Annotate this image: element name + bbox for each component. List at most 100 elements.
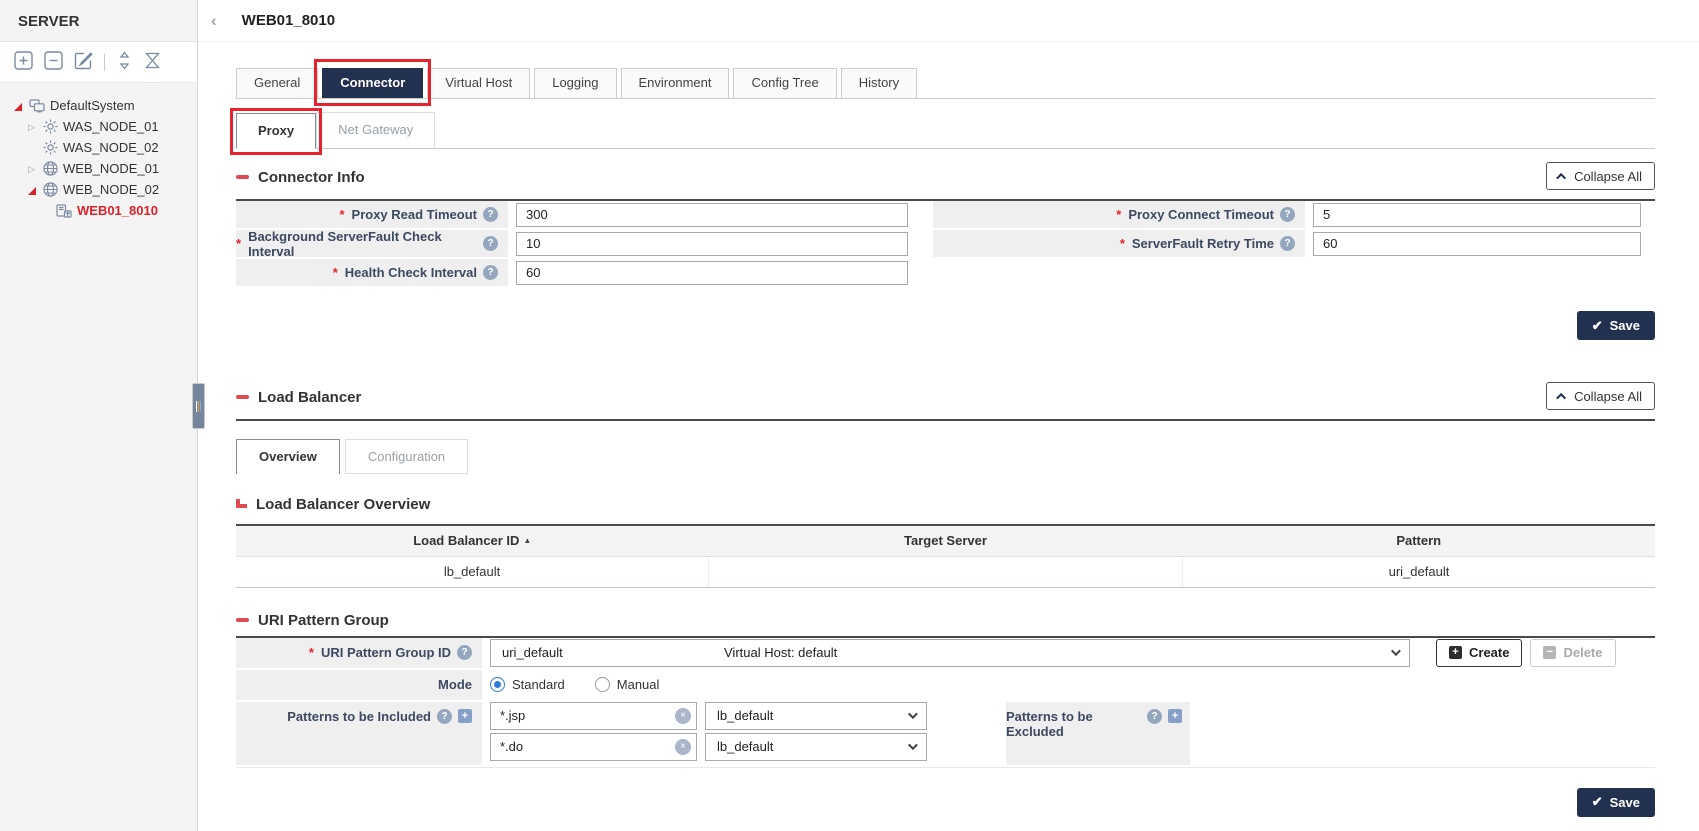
tab-environment[interactable]: Environment bbox=[621, 68, 730, 98]
background-serverfault-check-interval-input[interactable] bbox=[516, 232, 908, 256]
add-pattern-icon[interactable]: + bbox=[458, 709, 472, 723]
delete-button[interactable]: − Delete bbox=[1530, 639, 1615, 667]
help-icon[interactable]: ? bbox=[437, 709, 452, 724]
tab-virtual-host[interactable]: Virtual Host bbox=[427, 68, 530, 98]
collapse-all-icon bbox=[144, 51, 161, 73]
column-label: Pattern bbox=[1396, 533, 1441, 548]
caret-collapsed-icon[interactable]: ▷ bbox=[28, 164, 38, 174]
tree-item-web-node-02[interactable]: WEB_NODE_02 bbox=[4, 179, 193, 200]
field-label-cell: Mode bbox=[236, 670, 482, 700]
selected-value: lb_default bbox=[717, 739, 773, 754]
section-collapse-icon[interactable] bbox=[236, 618, 249, 622]
help-icon[interactable]: ? bbox=[483, 265, 498, 280]
tree-item-label: DefaultSystem bbox=[50, 98, 135, 113]
connector-collapse-all-button[interactable]: Collapse All bbox=[1546, 162, 1655, 190]
minus-square-icon bbox=[44, 51, 63, 73]
tab-history[interactable]: History bbox=[841, 68, 917, 98]
connector-info-form: * Proxy Read Timeout ? * Proxy Connect T… bbox=[236, 201, 1655, 286]
field-label: URI Pattern Group ID bbox=[321, 645, 451, 660]
tree-item-label: WEB01_8010 bbox=[77, 203, 158, 218]
main-tabbar: General Connector Virtual Host Logging E… bbox=[236, 68, 1655, 99]
field-label-cell: * Proxy Read Timeout ? bbox=[236, 201, 508, 228]
connector-subtabbar: Proxy Net Gateway bbox=[236, 112, 1655, 149]
column-target-server[interactable]: Target Server bbox=[709, 525, 1183, 556]
section-title: Load Balancer bbox=[258, 389, 361, 406]
tab-connector[interactable]: Connector bbox=[322, 68, 423, 98]
tree-item-web-node-01[interactable]: ▷ WEB_NODE_01 bbox=[4, 158, 193, 179]
chevron-down-icon bbox=[908, 709, 918, 719]
clear-icon[interactable]: × bbox=[675, 708, 691, 724]
field-label: Health Check Interval bbox=[345, 265, 477, 280]
mode-standard-option[interactable]: Standard bbox=[490, 677, 565, 692]
toolbar-divider bbox=[104, 54, 105, 71]
help-icon[interactable]: ? bbox=[457, 645, 472, 660]
health-check-interval-input[interactable] bbox=[516, 261, 908, 285]
tab-label: Connector bbox=[340, 75, 405, 90]
check-icon: ✔ bbox=[1592, 794, 1603, 810]
expand-all-button[interactable] bbox=[116, 51, 133, 73]
tab-general[interactable]: General bbox=[236, 68, 318, 98]
serverfault-retry-time-input[interactable] bbox=[1313, 232, 1641, 256]
tab-config-tree[interactable]: Config Tree bbox=[733, 68, 836, 98]
caret-collapsed-icon[interactable]: ▷ bbox=[28, 122, 38, 132]
field-label: Patterns to be Included bbox=[287, 709, 431, 724]
uri-pattern-group-id-select[interactable]: uri_default Virtual Host: default bbox=[490, 639, 1410, 667]
minus-icon: − bbox=[1543, 646, 1556, 659]
help-icon[interactable]: ? bbox=[1280, 207, 1295, 222]
field-label-cell: Patterns to be Excluded ? + bbox=[1006, 702, 1190, 765]
add-pattern-icon[interactable]: + bbox=[1168, 709, 1182, 723]
remove-node-button[interactable] bbox=[44, 51, 63, 73]
proxy-connect-timeout-input[interactable] bbox=[1313, 203, 1641, 227]
page-title: WEB01_8010 bbox=[242, 12, 335, 29]
tab-overview[interactable]: Overview bbox=[236, 439, 340, 474]
load-balancer-table: Load Balancer ID▲ Target Server Pattern … bbox=[236, 524, 1655, 588]
help-icon[interactable]: ? bbox=[1147, 709, 1162, 724]
table-row[interactable]: lb_default uri_default bbox=[236, 556, 1655, 587]
required-asterisk: * bbox=[339, 207, 344, 222]
column-pattern[interactable]: Pattern bbox=[1182, 525, 1655, 556]
tree-item-label: WEB_NODE_02 bbox=[63, 182, 159, 197]
pattern-target-select[interactable]: lb_default bbox=[705, 733, 927, 761]
create-button[interactable]: + Create bbox=[1436, 639, 1522, 667]
included-pattern-input[interactable] bbox=[490, 733, 697, 761]
sidebar-splitter-handle[interactable] bbox=[192, 383, 205, 429]
connector-save-button[interactable]: ✔ Save bbox=[1577, 311, 1655, 340]
tree-item-label: WAS_NODE_01 bbox=[63, 119, 159, 134]
help-icon[interactable]: ? bbox=[1280, 236, 1295, 251]
tree-item-defaultsystem[interactable]: DefaultSystem bbox=[4, 95, 193, 116]
tree-item-was-node-02[interactable]: WAS_NODE_02 bbox=[4, 137, 193, 158]
field-label-cell: * Proxy Connect Timeout ? bbox=[933, 201, 1305, 228]
tab-logging[interactable]: Logging bbox=[534, 68, 616, 98]
collapse-all-button[interactable] bbox=[144, 51, 161, 73]
tree-item-web01-8010[interactable]: WEB01_8010 bbox=[4, 200, 193, 221]
section-collapse-icon[interactable] bbox=[236, 175, 249, 179]
cell-load-balancer-id: lb_default bbox=[236, 556, 709, 587]
tab-configuration[interactable]: Configuration bbox=[345, 439, 468, 474]
radio-selected-icon[interactable] bbox=[490, 677, 505, 692]
system-icon bbox=[29, 99, 45, 113]
uri-pattern-save-button[interactable]: ✔ Save bbox=[1577, 788, 1655, 817]
pattern-target-select[interactable]: lb_default bbox=[705, 702, 927, 730]
proxy-read-timeout-input[interactable] bbox=[516, 203, 908, 227]
subtab-net-gateway[interactable]: Net Gateway bbox=[316, 112, 435, 148]
tree-item-was-node-01[interactable]: ▷ WAS_NODE_01 bbox=[4, 116, 193, 137]
section-collapse-icon[interactable] bbox=[236, 395, 249, 399]
mode-manual-option[interactable]: Manual bbox=[595, 677, 660, 692]
radio-unselected-icon[interactable] bbox=[595, 677, 610, 692]
subtab-proxy[interactable]: Proxy bbox=[236, 113, 316, 149]
load-balancer-header: Load Balancer Collapse All bbox=[236, 382, 1655, 421]
uri-pattern-group-form: * URI Pattern Group ID ? uri_default Vir… bbox=[236, 638, 1655, 768]
help-icon[interactable]: ? bbox=[483, 207, 498, 222]
chevron-down-icon bbox=[1391, 646, 1401, 656]
plus-square-icon bbox=[14, 51, 33, 73]
table-header-row: Load Balancer ID▲ Target Server Pattern bbox=[236, 525, 1655, 556]
clear-icon[interactable]: × bbox=[675, 739, 691, 755]
included-pattern-input[interactable] bbox=[490, 702, 697, 730]
edit-node-button[interactable] bbox=[74, 51, 93, 73]
column-load-balancer-id[interactable]: Load Balancer ID▲ bbox=[236, 525, 709, 556]
add-node-button[interactable] bbox=[14, 51, 33, 73]
help-icon[interactable]: ? bbox=[483, 236, 498, 251]
load-balancer-collapse-all-button[interactable]: Collapse All bbox=[1546, 382, 1655, 410]
collapse-sidebar-icon[interactable]: ‹ bbox=[211, 12, 217, 29]
field-label: Background ServerFault Check Interval bbox=[248, 229, 477, 259]
